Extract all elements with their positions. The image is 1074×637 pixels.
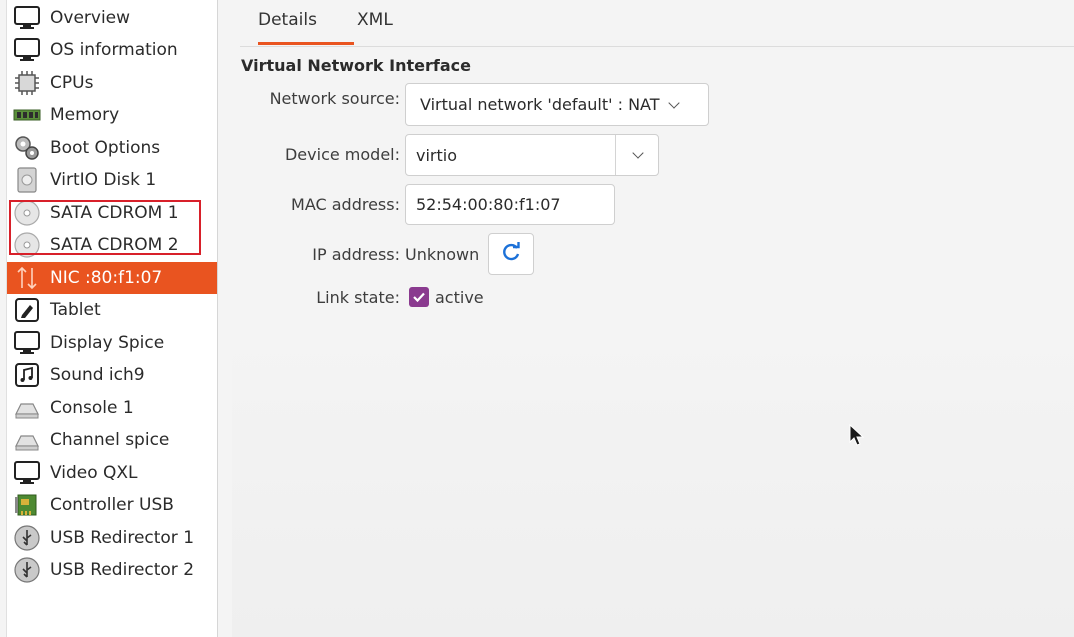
network-icon [12,263,42,293]
link-state-label: Link state: [316,288,400,307]
monitor-icon [12,3,42,33]
tab-bar: Details XML [240,0,1074,47]
network-source-label: Network source: [269,89,400,108]
network-source-dropdown[interactable]: Virtual network 'default' : NAT [405,83,709,126]
device-model-label: Device model: [284,145,400,164]
monitor-icon [12,35,42,65]
device-model-combo[interactable]: virtio [405,134,659,176]
sidebar-item-label: Controller USB [50,495,174,515]
controller-icon [12,490,42,520]
sidebar-item-label: Video QXL [50,463,138,483]
sidebar-item-sata-cdrom-2[interactable]: SATA CDROM 2 [7,229,217,261]
sidebar-item-label: Channel spice [50,430,170,450]
sidebar-item-label: CPUs [50,73,94,93]
network-source-value: Virtual network 'default' : NAT [420,95,660,114]
mac-address-field[interactable]: 52:54:00:80:f1:07 [405,184,615,225]
sidebar-item-label: Console 1 [50,398,134,418]
sidebar-item-label: Memory [50,105,120,125]
serial-icon [12,425,42,455]
checkmark-icon [413,292,425,303]
active-tab-indicator [258,42,354,45]
link-state-checkbox[interactable] [409,287,429,307]
mac-address-value: 52:54:00:80:f1:07 [416,195,561,214]
section-title: Virtual Network Interface [241,56,471,75]
cdrom-icon [12,198,42,228]
device-model-value[interactable]: virtio [416,146,457,165]
refresh-ip-button[interactable] [488,233,534,275]
sidebar-item-display-spice[interactable]: Display Spice [7,327,217,359]
sidebar-item-video-qxl[interactable]: Video QXL [7,457,217,489]
cpu-icon [12,68,42,98]
sidebar-item-label: VirtIO Disk 1 [50,170,157,190]
tab-xml[interactable]: XML [357,10,393,30]
monitor-icon [12,328,42,358]
sidebar-item-boot-options[interactable]: Boot Options [7,132,217,164]
mouse-cursor-icon [849,423,865,452]
sidebar-item-label: Boot Options [50,138,161,158]
sidebar-item-os-information[interactable]: OS information [7,34,217,66]
cdrom-icon [12,230,42,260]
sidebar-item-label: Overview [50,8,131,28]
sidebar-item-sata-cdrom-1[interactable]: SATA CDROM 1 [7,197,217,229]
sidebar-item-console-1[interactable]: Console 1 [7,392,217,424]
hardware-sidebar: Overview OS information CPUs Memory Boot… [6,0,218,637]
sidebar-item-tablet[interactable]: Tablet [7,294,217,326]
ip-address-value: Unknown [405,245,480,264]
sidebar-item-label: Display Spice [50,333,165,353]
sidebar-item-sound-ich9[interactable]: Sound ich9 [7,359,217,391]
sidebar-item-overview[interactable]: Overview [7,2,217,34]
sidebar-item-label: USB Redirector 2 [50,560,195,580]
device-model-dropdown-button[interactable] [616,135,659,175]
memory-icon [12,100,42,130]
details-panel: Details XML Virtual Network Interface Ne… [218,0,1074,637]
chevron-down-icon [631,147,644,159]
sidebar-item-cpus[interactable]: CPUs [7,67,217,99]
sidebar-item-virtio-disk-1[interactable]: VirtIO Disk 1 [7,164,217,196]
mac-address-label: MAC address: [291,195,400,214]
sound-icon [12,360,42,390]
sidebar-item-label: Tablet [50,300,101,320]
sidebar-item-label: NIC :80:f1:07 [50,268,163,288]
gears-icon [12,133,42,163]
sidebar-item-usb-redirector-1[interactable]: USB Redirector 1 [7,522,217,554]
sidebar-item-label: USB Redirector 1 [50,528,195,548]
tablet-icon [12,295,42,325]
sidebar-item-nic[interactable]: NIC :80:f1:07 [7,262,217,294]
ip-address-label: IP address: [312,245,400,264]
sidebar-item-label: SATA CDROM 2 [50,235,179,255]
sidebar-item-usb-redirector-2[interactable]: USB Redirector 2 [7,554,217,586]
serial-icon [12,393,42,423]
sidebar-item-channel-spice[interactable]: Channel spice [7,424,217,456]
sidebar-item-label: OS information [50,40,178,60]
monitor-icon [12,458,42,488]
usb-icon [12,555,42,585]
panel-background [232,320,1074,637]
tab-details[interactable]: Details [258,10,317,30]
chevron-down-icon [667,96,680,109]
sidebar-item-label: Sound ich9 [50,365,145,385]
sidebar-item-controller-usb[interactable]: Controller USB [7,489,217,521]
disk-icon [12,165,42,195]
sidebar-item-memory[interactable]: Memory [7,99,217,131]
usb-icon [12,523,42,553]
link-state-value: active [435,288,484,307]
refresh-icon [500,241,522,267]
sidebar-item-label: SATA CDROM 1 [50,203,179,223]
